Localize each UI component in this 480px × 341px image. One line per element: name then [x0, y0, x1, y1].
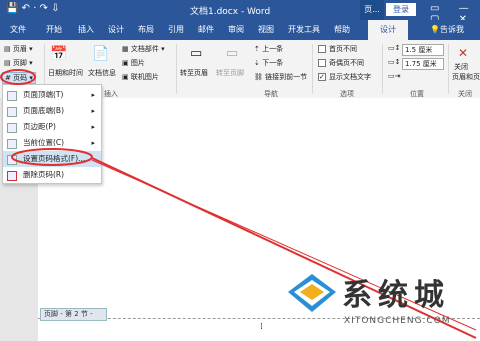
watermark-url: XITONGCHENG.COM: [344, 316, 451, 326]
watermark-logo-icon: [288, 274, 336, 312]
annotation-circle-format: [11, 148, 93, 166]
annotation-circle-page-number: [0, 69, 36, 85]
watermark: 系统城 XITONGCHENG.COM: [286, 268, 476, 340]
watermark-text: 系统城: [342, 278, 450, 313]
